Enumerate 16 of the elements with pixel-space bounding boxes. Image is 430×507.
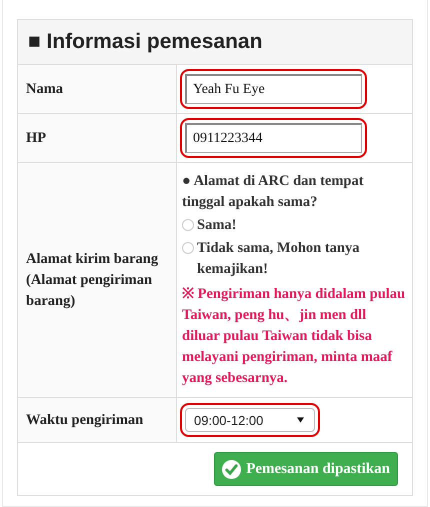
option-label: Tidak sama, Mohon tanya kemajikan! [197,239,360,279]
option-label: Sama! [197,216,236,235]
radio-button[interactable] [182,242,194,254]
check-icon [222,460,242,478]
field-label: HP [26,128,46,148]
time-dropdown[interactable]: 09:00-12:00 [185,408,315,432]
input-field[interactable]: Yeah Fu Eye [185,74,362,104]
field-label: Alamat kirim barang (Alamat pengiriman barang) [26,250,160,310]
question-text: ● Alamat di ARC dan tempat tinggal apakah sama? [181,172,365,212]
caret-icon [297,417,304,423]
radio-button[interactable] [182,219,194,231]
notice-text: ※ Pengiriman hanya didalam pulau Taiwan, peng hu、jin men dll diluar pulau Taiwan tidak bisa melayani pengiriman, minta maaf yang sebesarnya. [181,285,406,388]
field-label: Nama [26,80,64,98]
form-title: ■ Informasi pemesanan [28,30,262,54]
input-field[interactable]: 0911223344 [185,123,362,153]
field-label: Waktu pengiriman [26,410,144,430]
